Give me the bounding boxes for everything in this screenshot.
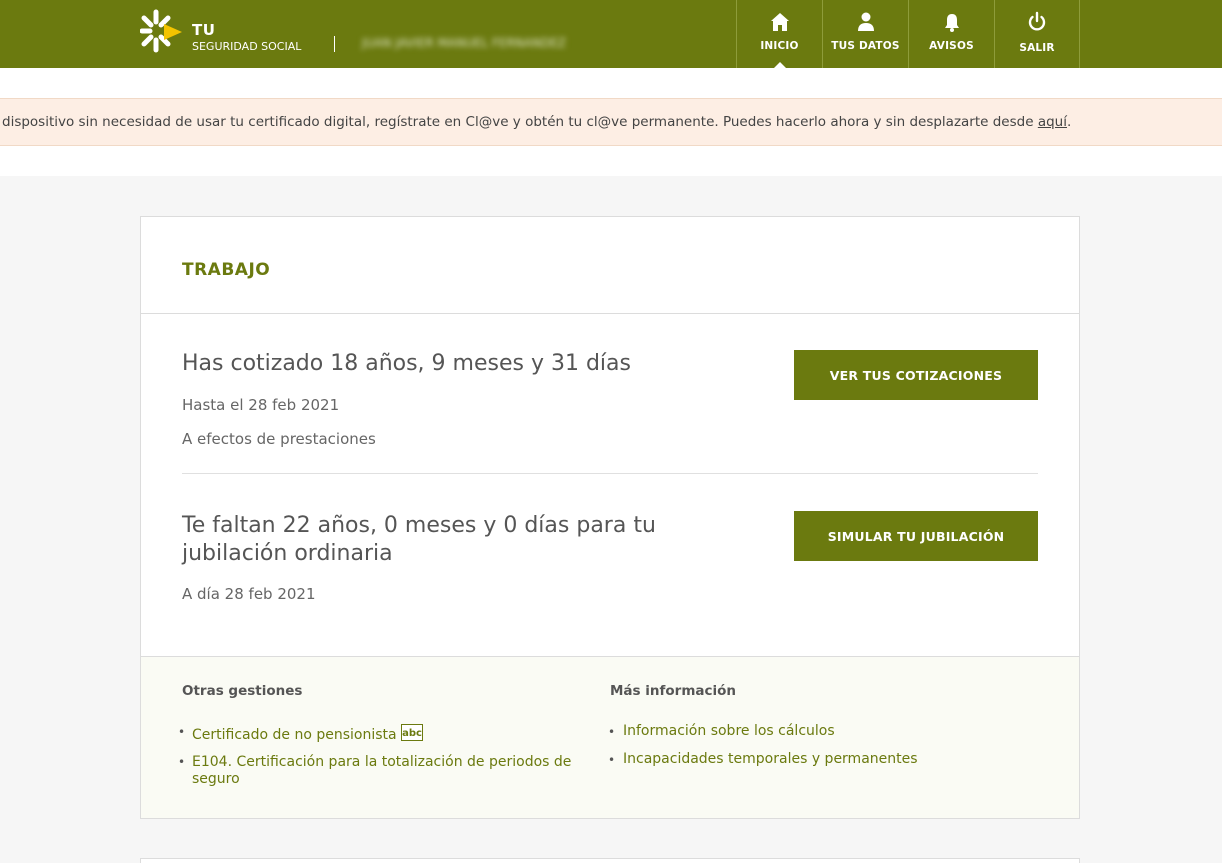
bullet-icon: • [178,755,186,769]
nav-salir[interactable]: SALIR [994,0,1080,68]
clave-banner: dispositivo sin necesidad de usar tu cer… [0,98,1222,146]
otras-gestiones-title: Otras gestiones [182,683,303,699]
card-divider [141,313,1079,314]
nav-avisos[interactable]: AVISOS [908,0,994,68]
nav-tus-datos[interactable]: TUS DATOS [822,0,908,68]
link-e104-line2: seguro [192,771,240,787]
link-e104[interactable]: E104. Certificación para la totalización… [192,754,592,788]
next-card-edge [140,858,1080,863]
brand-seguridad-social: SEGURIDAD SOCIAL [192,40,302,53]
nav-salir-label: SALIR [1019,42,1055,54]
nav-avisos-label: AVISOS [929,40,974,52]
jubilacion-headline-line2: jubilación ordinaria [182,541,393,566]
trabajo-card: TRABAJO Has cotizado 18 años, 9 meses y … [140,216,1080,819]
cotizado-efectos: A efectos de prestaciones [182,430,376,448]
home-icon [770,13,789,31]
bullet-icon: • [178,725,186,739]
link-informacion-calculos[interactable]: Información sobre los cálculos [623,723,835,740]
top-header: TU SEGURIDAD SOCIAL JUAN JAVIER MANUEL F… [0,0,1222,69]
nav-tus-datos-label: TUS DATOS [831,40,900,52]
mas-informacion-title: Más información [610,683,737,699]
cotizado-headline: Has cotizado 18 años, 9 meses y 31 días [182,351,631,376]
bullet-icon: • [608,753,616,767]
jubilacion-fecha: A día 28 feb 2021 [182,585,316,603]
power-icon [1028,11,1046,31]
simular-jubilacion-button[interactable]: SIMULAR TU JUBILACIÓN [794,511,1038,561]
brand-separator [334,36,335,52]
card-title: TRABAJO [182,260,271,280]
cotizado-hasta: Hasta el 28 feb 2021 [182,396,340,414]
nav-inicio[interactable]: INICIO [736,0,822,69]
banner-text: dispositivo sin necesidad de usar tu cer… [2,114,1071,130]
section-divider [182,473,1038,474]
card-footer: Otras gestiones • Certificado de no pens… [141,656,1079,818]
main-nav: INICIO TUS DATOS AVISOS SALIR [736,0,1080,69]
ver-cotizaciones-button[interactable]: VER TUS COTIZACIONES [794,350,1038,400]
link-certificado-label: Certificado de no pensionista [192,727,397,743]
nav-inicio-label: INICIO [760,40,799,52]
bell-icon [944,14,959,32]
banner-suffix: . [1066,114,1072,130]
abc-label: abc [402,728,422,739]
seguridad-social-logo-icon[interactable] [140,8,188,54]
banner-link-aqui[interactable]: aquí [1038,114,1067,130]
banner-message: dispositivo sin necesidad de usar tu cer… [2,114,1038,130]
abc-accessibility-icon: abc [400,724,423,741]
link-e104-line1: E104. Certificación para la totalización… [192,754,572,770]
jubilacion-headline-line1: Te faltan 22 años, 0 meses y 0 días para… [182,513,656,538]
link-certificado-no-pensionista[interactable]: Certificado de no pensionista abc [192,724,423,744]
link-incapacidades[interactable]: Incapacidades temporales y permanentes [623,751,918,768]
user-icon [857,12,874,31]
brand-tu: TU [192,21,216,39]
bullet-icon: • [608,725,616,739]
user-name: JUAN JAVIER MANUEL FERNANDEZ [362,36,567,50]
